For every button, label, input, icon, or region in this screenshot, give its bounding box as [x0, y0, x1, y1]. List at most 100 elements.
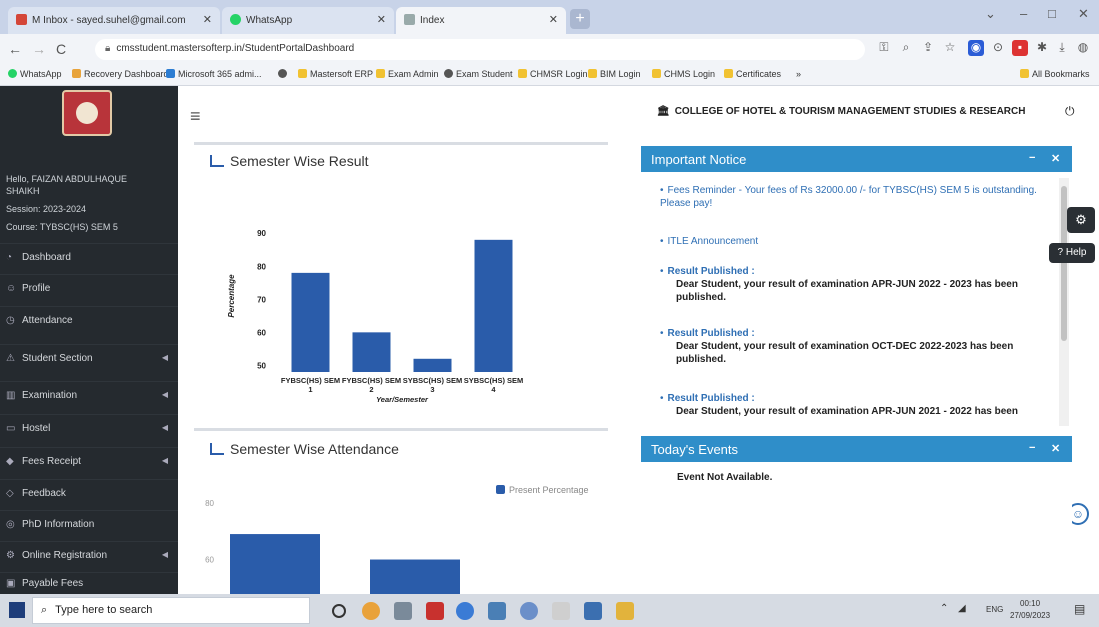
notice-link[interactable]: ITLE Announcement	[668, 236, 759, 247]
extension-icon[interactable]: ⊙	[990, 40, 1006, 56]
sidebar-item-examination[interactable]: ▥ Examination ◀	[0, 381, 178, 409]
notice-link[interactable]: Result Published :	[668, 328, 755, 339]
notice-bullet: •	[660, 393, 664, 404]
collapse-icon[interactable]: −	[1029, 152, 1035, 164]
back-icon[interactable]: ←	[8, 41, 22, 57]
tab-index[interactable]: Index ✕	[396, 7, 566, 34]
reload-icon[interactable]: C	[56, 41, 66, 57]
globe-icon	[444, 69, 453, 78]
more-bookmarks-icon[interactable]: »	[796, 69, 801, 79]
bookmark-item[interactable]: CHMSR Login	[518, 69, 588, 79]
clock-date[interactable]: 27/09/2023	[1010, 611, 1050, 620]
file-explorer-icon[interactable]	[616, 602, 634, 620]
app-icon[interactable]	[426, 602, 444, 620]
bookmark-item[interactable]: Microsoft 365 admi...	[166, 69, 262, 79]
url-field[interactable]: 🔒︎ cmsstudent.mastersofterp.in/StudentPor…	[95, 39, 865, 60]
sidebar-item-hostel[interactable]: ▭ Hostel ◀	[0, 414, 178, 442]
y-tick-label: 80	[205, 499, 214, 508]
network-icon[interactable]: ◢	[958, 603, 966, 614]
collapse-icon[interactable]: −	[1029, 442, 1035, 454]
zoom-icon[interactable]: ⌕	[898, 40, 914, 56]
extension-icon[interactable]: ◉	[968, 40, 984, 56]
tab-whatsapp[interactable]: WhatsApp ✕	[222, 7, 394, 34]
chrome-icon[interactable]	[362, 602, 380, 620]
share-icon[interactable]: ⇪	[920, 40, 936, 56]
clock-time[interactable]: 00:10	[1020, 599, 1040, 608]
x-tick-label: 2	[369, 385, 373, 394]
notification-icon[interactable]: ▤	[1074, 602, 1085, 616]
edge-icon[interactable]	[456, 602, 474, 620]
notice-item: • Result Published : Dear Student, your r…	[660, 265, 1050, 304]
notice-item: • Result Published : Dear Student, your r…	[660, 392, 1050, 422]
x-tick-label: SYBSC(HS) SEM	[403, 376, 463, 385]
task-view-icon[interactable]	[332, 604, 346, 618]
notice-link[interactable]: Result Published :	[668, 393, 755, 404]
star-icon[interactable]: ☆	[942, 40, 958, 56]
sidebar-item-fees-receipt[interactable]: ◆ Fees Receipt ◀	[0, 447, 178, 475]
close-icon[interactable]: ✕	[1051, 152, 1060, 165]
language-indicator[interactable]: ENG	[986, 605, 1003, 614]
sidebar-item-attendance[interactable]: ◷ Attendance	[0, 306, 178, 334]
bookmark-item[interactable]: Mastersoft ERP	[298, 69, 373, 79]
help-button[interactable]: ? Help	[1049, 243, 1095, 263]
bookmark-item[interactable]: All Bookmarks	[1020, 69, 1090, 79]
close-window-icon[interactable]: ✕	[1078, 6, 1089, 22]
bookmark-item[interactable]	[278, 69, 290, 79]
sidebar-item-phd-information[interactable]: ◎ PhD Information	[0, 510, 178, 538]
bookmark-item[interactable]: CHMS Login	[652, 69, 715, 79]
bookmark-item[interactable]: BIM Login	[588, 69, 641, 79]
feedback-icon: ◇	[6, 488, 14, 499]
result-bar	[291, 272, 330, 372]
bookmark-item[interactable]: Certificates	[724, 69, 781, 79]
search-icon: ⌕	[41, 604, 48, 616]
profile-avatar-icon[interactable]: ◍	[1075, 40, 1091, 56]
close-tab-icon[interactable]: ✕	[203, 13, 212, 26]
sidebar-item-online-registration[interactable]: ⚙ Online Registration ◀	[0, 541, 178, 569]
hamburger-menu-icon[interactable]: ≡	[190, 106, 201, 127]
maximize-icon[interactable]: □	[1048, 6, 1056, 21]
key-icon[interactable]: ⚿	[876, 40, 892, 56]
close-tab-icon[interactable]: ✕	[377, 13, 386, 26]
notice-header: Important Notice − ✕	[641, 146, 1072, 172]
bookmark-item[interactable]: Exam Admin	[376, 69, 439, 79]
attendance-panel-title: Semester Wise Attendance	[210, 441, 399, 457]
new-tab-button[interactable]: +	[570, 9, 590, 29]
globe-icon	[278, 69, 287, 78]
browser-icon[interactable]	[520, 602, 538, 620]
close-tab-icon[interactable]: ✕	[549, 13, 558, 26]
bookmark-item[interactable]: Exam Student	[444, 69, 513, 79]
y-tick-label: 70	[257, 295, 266, 304]
sidebar-item-dashboard[interactable]: ◔ Dashboard	[0, 243, 178, 271]
notice-item: • Fees Reminder - Your fees of Rs 32000.0…	[660, 184, 1050, 210]
notice-link[interactable]: Fees Reminder - Your fees of Rs 32000.00…	[660, 185, 1037, 209]
app-icon[interactable]	[584, 602, 602, 620]
sidebar-item-student-section[interactable]: ⚠ Student Section ◀	[0, 344, 178, 372]
sidebar-item-payable-fees[interactable]: ▣ Payable Fees	[0, 572, 178, 594]
power-icon[interactable]: ⏻	[1065, 104, 1075, 119]
tray-expand-icon[interactable]: ⌃	[940, 603, 948, 614]
minimize-icon[interactable]: –	[1020, 6, 1027, 21]
tab-label: WhatsApp	[246, 15, 293, 26]
taskbar-search[interactable]: ⌕ Type here to search	[32, 597, 310, 624]
store-icon[interactable]	[488, 602, 506, 620]
puzzle-icon[interactable]: ✱	[1034, 40, 1050, 56]
notice-link[interactable]: Result Published :	[668, 266, 755, 277]
forward-icon[interactable]: →	[32, 41, 46, 57]
close-icon[interactable]: ✕	[1051, 442, 1060, 455]
app-icon[interactable]	[552, 602, 570, 620]
pdf-extension-icon[interactable]: ▪	[1012, 40, 1028, 56]
chevron-down-icon[interactable]: ⌄	[985, 6, 996, 22]
bookmark-item[interactable]: WhatsApp	[8, 69, 62, 79]
chevron-left-icon: ◀	[161, 390, 168, 399]
bookmark-item[interactable]: Recovery Dashboard	[72, 69, 169, 79]
settings-gear-icon[interactable]: ⚙	[1067, 207, 1095, 233]
tab-gmail[interactable]: M Inbox - sayed.suhel@gmail.com ✕	[8, 7, 220, 34]
download-icon[interactable]: ⤓	[1054, 40, 1070, 56]
sidebar-item-feedback[interactable]: ◇ Feedback	[0, 479, 178, 507]
sidebar-item-profile[interactable]: ☺ Profile	[0, 274, 178, 302]
events-empty-text: Event Not Available.	[677, 472, 773, 483]
greeting-line1: Hello, FAIZAN ABDULHAQUE	[6, 174, 128, 184]
chart-icon	[72, 69, 81, 78]
photos-icon[interactable]	[394, 602, 412, 620]
windows-start-icon[interactable]	[9, 602, 25, 618]
